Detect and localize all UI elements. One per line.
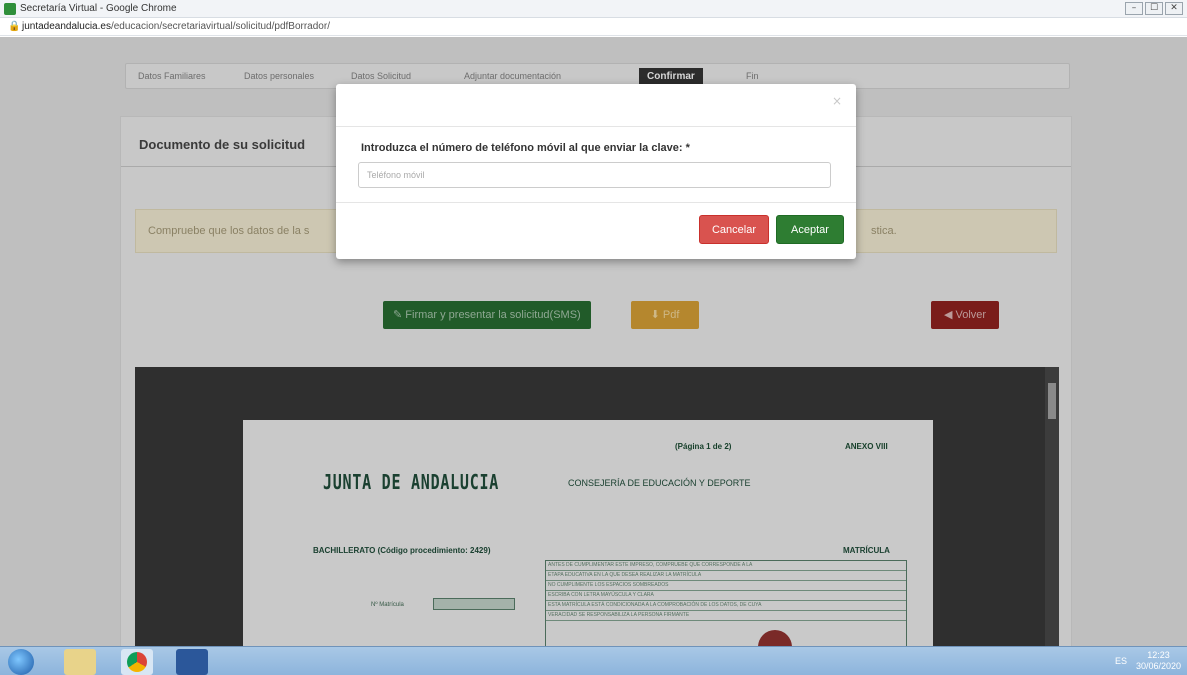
- pdf-info-line: NO CUMPLIMENTE LOS ESPACIOS SOMBREADOS: [546, 581, 906, 591]
- modal-close-icon[interactable]: ×: [832, 94, 842, 108]
- pdf-bachillerato: BACHILLERATO (Código procedimiento: 2429…: [313, 546, 491, 555]
- window-titlebar: Secretaría Virtual - Google Chrome – ☐ ✕: [0, 0, 1187, 18]
- file-explorer-taskbar-icon[interactable]: [64, 649, 96, 675]
- clock-date: 30/06/2020: [1135, 661, 1181, 671]
- pdf-label: Pdf: [662, 309, 680, 321]
- lock-icon[interactable]: 🔒: [8, 21, 20, 32]
- sign-submit-button[interactable]: ✎ Firmar y presentar la solicitud(SMS): [383, 301, 591, 329]
- window-title: Secretaría Virtual - Google Chrome: [20, 3, 177, 14]
- address-bar[interactable]: 🔒 juntadeandalucia.es/educacion/secretar…: [0, 18, 1187, 36]
- url-path: /educacion/secretariavirtual/solicitud/p…: [110, 21, 330, 32]
- modal-divider: [336, 202, 856, 203]
- pdf-viewer[interactable]: (Página 1 de 2) ANEXO VIII JUNTA DE ANDA…: [135, 367, 1059, 646]
- pdf-scrollbar[interactable]: [1045, 367, 1059, 646]
- cancel-button[interactable]: Cancelar: [699, 215, 769, 244]
- chrome-taskbar-icon[interactable]: [121, 649, 153, 675]
- phone-prompt-label: Introduzca el número de teléfono móvil a…: [361, 142, 690, 154]
- pdf-scroll-thumb[interactable]: [1048, 383, 1056, 419]
- card-title: Documento de su solicitud: [139, 137, 306, 152]
- pdf-matricula-boxes: [433, 598, 515, 610]
- phone-modal: × Introduzca el número de teléfono móvil…: [336, 84, 856, 259]
- edit-icon: ✎: [393, 309, 406, 321]
- pdf-page-number: (Página 1 de 2): [675, 442, 732, 451]
- system-clock[interactable]: 12:23 30/06/2020: [1136, 650, 1181, 672]
- maximize-button[interactable]: ☐: [1145, 2, 1163, 15]
- step-datos-personales[interactable]: Datos personales: [244, 71, 314, 81]
- back-button[interactable]: ◀ Volver: [931, 301, 999, 329]
- notice-text: Compruebe que los datos de la s: [148, 225, 310, 237]
- pdf-info-line: ESTA MATRÍCULA ESTÁ CONDICIONADA A LA CO…: [546, 601, 906, 611]
- accept-button[interactable]: Aceptar: [776, 215, 844, 244]
- pdf-page: (Página 1 de 2) ANEXO VIII JUNTA DE ANDA…: [243, 420, 933, 646]
- minimize-button[interactable]: –: [1125, 2, 1143, 15]
- app-icon: [4, 3, 16, 15]
- step-adjuntar-documentacion[interactable]: Adjuntar documentación: [464, 71, 561, 81]
- taskbar: ES 12:23 30/06/2020: [0, 646, 1187, 675]
- phone-input[interactable]: [358, 162, 831, 188]
- step-confirmar: Confirmar: [639, 68, 703, 85]
- pdf-org-logo: JUNTA DE ANDALUCIA: [323, 470, 500, 494]
- pdf-n-matricula: Nº Matrícula: [371, 602, 404, 608]
- url-domain: juntadeandalucia.es: [22, 21, 111, 32]
- close-window-button[interactable]: ✕: [1165, 2, 1183, 15]
- pdf-info-box: ANTES DE CUMPLIMENTAR ESTE IMPRESO, COMP…: [545, 560, 907, 646]
- pdf-info-line: ETAPA EDUCATIVA EN LA QUE DESEA REALIZAR…: [546, 571, 906, 581]
- download-icon: ⬇: [650, 309, 663, 321]
- pdf-consejeria: CONSEJERÍA DE EDUCACIÓN Y DEPORTE: [568, 478, 751, 488]
- step-datos-familiares[interactable]: Datos Familiares: [138, 71, 206, 81]
- pdf-info-line: VERACIDAD SE RESPONSABILIZA LA PERSONA F…: [546, 611, 906, 621]
- step-fin: Fin: [746, 71, 759, 81]
- pdf-anexo: ANEXO VIII: [845, 442, 888, 451]
- pdf-info-line: ANTES DE CUMPLIMENTAR ESTE IMPRESO, COMP…: [546, 561, 906, 571]
- word-taskbar-icon[interactable]: [176, 649, 208, 675]
- clock-time: 12:23: [1147, 650, 1170, 660]
- url-text[interactable]: juntadeandalucia.es/educacion/secretaria…: [22, 21, 330, 32]
- step-datos-solicitud[interactable]: Datos Solicitud: [351, 71, 411, 81]
- window-controls: – ☐ ✕: [1125, 2, 1183, 15]
- modal-divider: [336, 126, 856, 127]
- language-indicator[interactable]: ES: [1115, 656, 1127, 666]
- notice-text-end: stica.: [871, 225, 897, 237]
- pdf-info-line: ESCRIBA CON LETRA MAYÚSCULA Y CLARA: [546, 591, 906, 601]
- back-label: Volver: [955, 309, 987, 321]
- sign-submit-label: Firmar y presentar la solicitud(SMS): [405, 309, 581, 321]
- start-button[interactable]: [8, 649, 34, 675]
- pdf-matricula: MATRÍCULA: [843, 546, 890, 555]
- pdf-button[interactable]: ⬇ Pdf: [631, 301, 699, 329]
- arrow-left-icon: ◀: [943, 309, 956, 321]
